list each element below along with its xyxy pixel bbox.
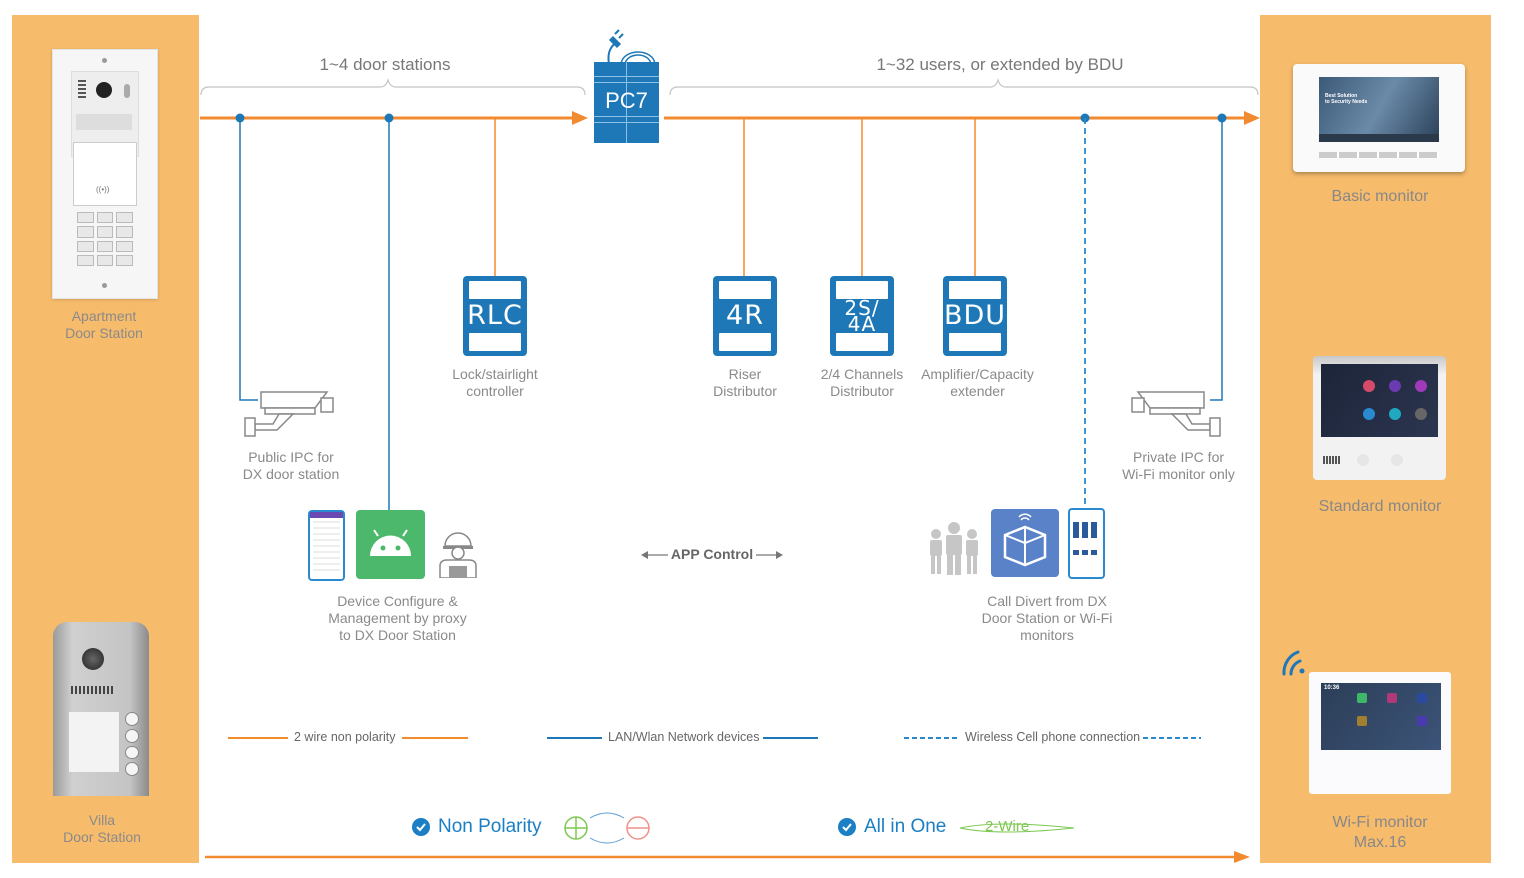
brace-users xyxy=(669,77,1259,96)
config-label: Device Configure & Management by proxy t… xyxy=(328,593,467,643)
module-code: BDU xyxy=(943,300,1007,331)
module-code: 4R xyxy=(726,300,764,331)
users-label: 1~32 users, or extended by BDU xyxy=(876,55,1124,74)
4r-module[interactable]: 4R xyxy=(713,276,777,356)
door-stations-label: 1~4 door stations xyxy=(319,55,451,74)
module-code: RLC xyxy=(467,300,523,331)
brace-door-stations xyxy=(200,77,586,96)
android-app-icon[interactable] xyxy=(356,510,425,579)
arrow-head xyxy=(1244,111,1260,125)
private-ipc-link xyxy=(1210,118,1223,401)
legend-wireless-label: Wireless Cell phone connection xyxy=(965,730,1141,744)
power-plug-icon xyxy=(607,29,656,64)
2s4a-module[interactable]: 2S/ 4A xyxy=(830,276,894,356)
phone-divert-app-icon xyxy=(1068,508,1105,579)
public-ipc-link xyxy=(239,118,258,401)
public-ipc-label: Public IPC for DX door station xyxy=(242,449,340,482)
legend-network-label: LAN/Wlan Network devices xyxy=(608,730,760,744)
rlc-label: Lock/stairlight controller xyxy=(452,366,538,399)
private-ipc-label: Private IPC for Wi-Fi monitor only xyxy=(1122,449,1235,482)
rlc-module[interactable]: RLC xyxy=(463,276,527,356)
bdu-label: Amplifier/Capacity extender xyxy=(921,366,1034,399)
installer-icon xyxy=(439,532,477,578)
check-icon xyxy=(412,818,430,836)
legend-wire-label: 2 wire non polarity xyxy=(294,730,396,744)
app-control-label: APP Control xyxy=(670,546,754,562)
dp-app-icon[interactable] xyxy=(991,509,1059,577)
wiring-diagram xyxy=(200,77,1260,863)
non-polarity-label: Non Polarity xyxy=(438,816,542,837)
arrow-head xyxy=(1234,851,1250,863)
4r-label: Riser Distributor xyxy=(713,366,777,399)
polarity-swap-icon xyxy=(564,812,650,844)
bdu-module[interactable]: BDU xyxy=(943,276,1007,356)
phone-config-app-icon xyxy=(308,510,345,581)
all-in-one-label: All in One xyxy=(864,816,947,837)
arrow-head xyxy=(572,111,588,125)
two-wire-label: 2-Wire xyxy=(985,818,1030,835)
pc7-power-controller[interactable]: PC7 xyxy=(594,62,659,143)
module-code: 2S/ 4A xyxy=(844,296,880,336)
check-icon xyxy=(838,818,856,836)
divert-label: Call Divert from DX Door Station or Wi-F… xyxy=(981,593,1113,643)
private-ipc-camera-icon xyxy=(1131,391,1221,437)
users-group-icon xyxy=(930,522,978,575)
pc7-label: PC7 xyxy=(605,88,648,113)
public-ipc-camera-icon xyxy=(244,391,334,437)
